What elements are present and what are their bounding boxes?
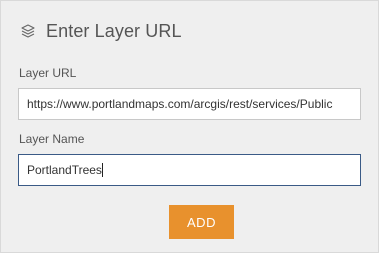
layer-name-value: PortlandTrees bbox=[27, 163, 102, 177]
panel-header: Enter Layer URL bbox=[19, 17, 182, 45]
add-button[interactable]: ADD bbox=[169, 205, 234, 239]
enter-layer-url-panel: Enter Layer URL Layer URL https://www.po… bbox=[0, 0, 379, 253]
layer-url-value: https://www.portlandmaps.com/arcgis/rest… bbox=[27, 97, 333, 111]
text-cursor bbox=[101, 162, 103, 177]
layer-name-input[interactable]: PortlandTrees bbox=[18, 154, 361, 186]
panel-title: Enter Layer URL bbox=[46, 20, 182, 41]
layer-url-input[interactable]: https://www.portlandmaps.com/arcgis/rest… bbox=[18, 88, 361, 120]
layers-icon bbox=[19, 22, 37, 40]
layer-name-label: Layer Name bbox=[19, 132, 85, 146]
layer-url-label: Layer URL bbox=[19, 66, 77, 80]
